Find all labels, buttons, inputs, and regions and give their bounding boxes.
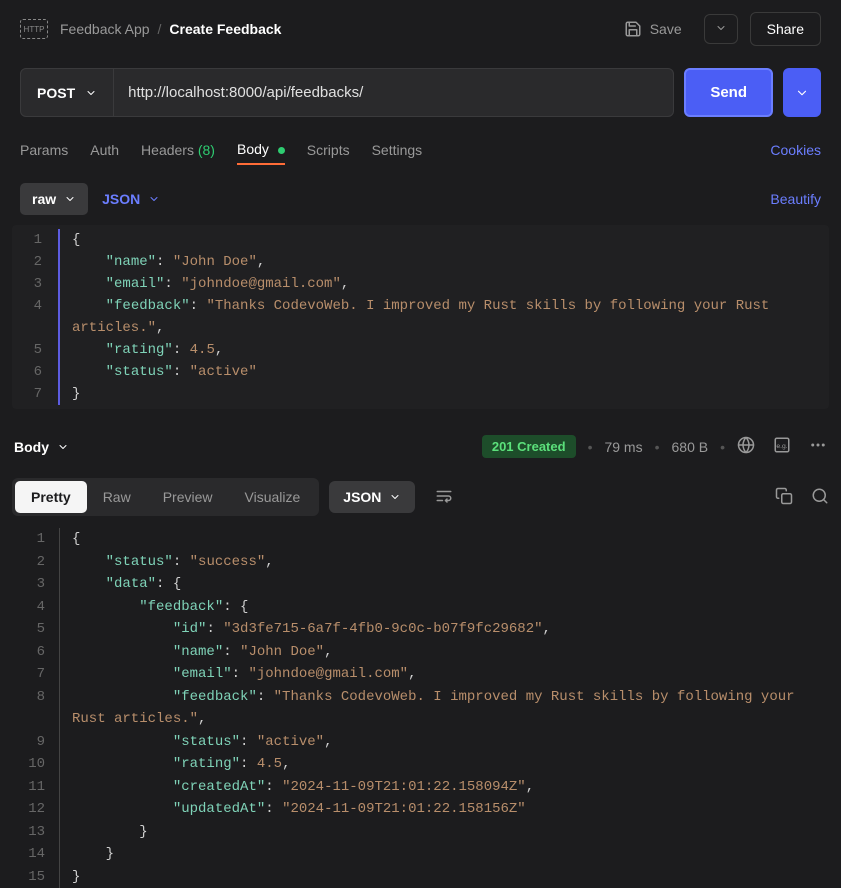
breadcrumb-sep: /: [158, 21, 162, 37]
response-view-tabs: Pretty Raw Preview Visualize JSON: [0, 470, 841, 524]
chevron-down-icon: [85, 87, 97, 99]
raw-label: raw: [32, 191, 56, 207]
chevron-down-icon: [64, 193, 76, 205]
save-label: Save: [650, 21, 682, 37]
method-label: POST: [37, 85, 75, 101]
body-indicator-dot: [278, 147, 285, 154]
chevron-down-icon: [795, 86, 809, 100]
more-icon[interactable]: [809, 436, 827, 457]
response-size: 680 B: [672, 439, 709, 455]
response-body-label: Body: [14, 439, 49, 455]
chevron-down-icon: [148, 193, 160, 205]
url-row: POST Send: [0, 58, 841, 127]
save-icon: [624, 20, 642, 38]
request-tabs: Params Auth Headers (8) Body Scripts Set…: [0, 127, 841, 173]
body-type-select[interactable]: raw: [20, 183, 88, 215]
request-body-editor[interactable]: 1{2 "name": "John Doe",3 "email": "johnd…: [12, 225, 829, 409]
response-time: 79 ms: [604, 439, 642, 455]
url-bar: POST: [20, 68, 674, 117]
url-input[interactable]: [114, 69, 673, 116]
tab-params[interactable]: Params: [20, 136, 68, 164]
http-icon: HTTP: [20, 19, 48, 39]
tab-settings[interactable]: Settings: [372, 136, 423, 164]
body-format-select[interactable]: JSON: [102, 191, 160, 207]
tab-auth[interactable]: Auth: [90, 136, 119, 164]
breadcrumb-app[interactable]: Feedback App: [60, 21, 150, 37]
copy-icon[interactable]: [775, 487, 793, 508]
resp-json-label: JSON: [343, 489, 381, 505]
beautify-button[interactable]: Beautify: [770, 191, 821, 207]
body-options: raw JSON Beautify: [0, 173, 841, 225]
resp-tab-preview[interactable]: Preview: [147, 481, 229, 513]
wrap-icon[interactable]: [425, 479, 463, 516]
chevron-down-icon: [715, 22, 727, 34]
resp-tab-pretty[interactable]: Pretty: [15, 481, 87, 513]
tab-headers[interactable]: Headers (8): [141, 136, 215, 164]
save-dropdown[interactable]: [704, 14, 738, 44]
tab-headers-label: Headers: [141, 142, 194, 158]
tab-scripts[interactable]: Scripts: [307, 136, 350, 164]
method-select[interactable]: POST: [21, 69, 114, 116]
response-body-select[interactable]: Body: [14, 439, 69, 455]
search-icon[interactable]: [811, 487, 829, 508]
status-badge: 201 Created: [482, 435, 576, 458]
svg-text:e.g.: e.g.: [776, 443, 787, 450]
example-icon[interactable]: e.g.: [773, 436, 791, 457]
app-header: HTTP Feedback App / Create Feedback Save…: [0, 0, 841, 58]
resp-tab-raw[interactable]: Raw: [87, 481, 147, 513]
send-dropdown[interactable]: [783, 68, 821, 117]
breadcrumb-page: Create Feedback: [169, 21, 281, 37]
response-body-viewer[interactable]: 1{2 "status": "success",3 "data": {4 "fe…: [12, 528, 829, 888]
resp-format-select[interactable]: JSON: [329, 481, 415, 513]
send-button[interactable]: Send: [684, 68, 773, 117]
tab-body[interactable]: Body: [237, 135, 285, 165]
json-label: JSON: [102, 191, 140, 207]
breadcrumb: Feedback App / Create Feedback: [60, 21, 602, 37]
share-button[interactable]: Share: [750, 12, 821, 46]
tab-headers-count: (8): [198, 142, 215, 158]
chevron-down-icon: [57, 441, 69, 453]
resp-tab-visualize[interactable]: Visualize: [229, 481, 317, 513]
globe-icon[interactable]: [737, 436, 755, 457]
response-header: Body 201 Created • 79 ms • 680 B • e.g.: [0, 423, 841, 470]
cookies-link[interactable]: Cookies: [770, 142, 821, 158]
chevron-down-icon: [389, 491, 401, 503]
tab-body-label: Body: [237, 141, 269, 157]
save-button[interactable]: Save: [614, 14, 692, 44]
